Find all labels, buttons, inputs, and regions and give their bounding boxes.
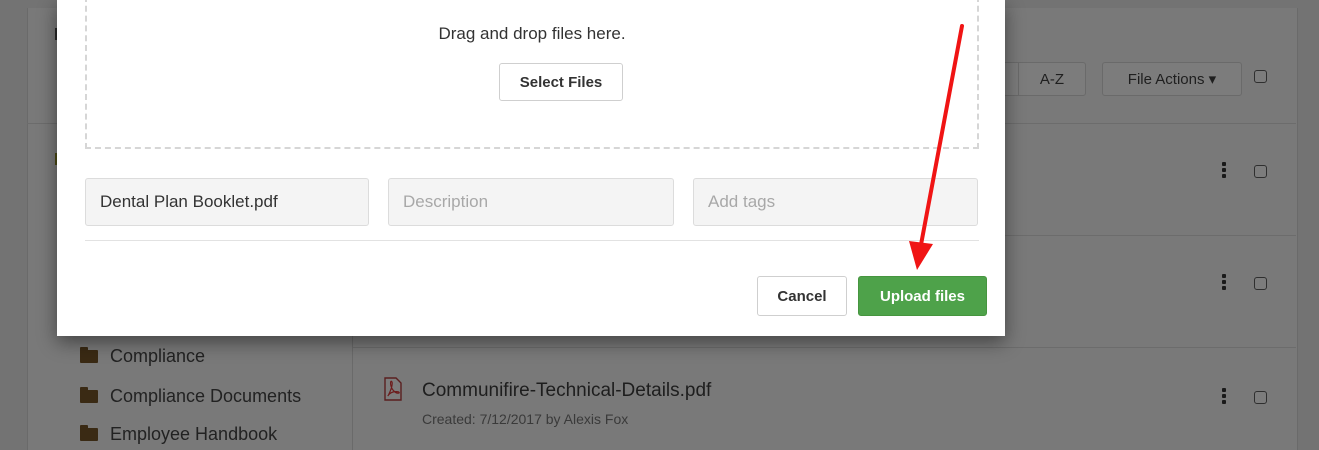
row-checkbox[interactable] — [1254, 391, 1267, 404]
folder-icon — [80, 387, 98, 403]
row-divider — [353, 347, 1296, 348]
row-menu-kebab-icon[interactable] — [1222, 388, 1226, 406]
folder-label: Employee Handbook — [110, 424, 278, 444]
pdf-icon — [384, 377, 402, 401]
cancel-button[interactable]: Cancel — [757, 276, 847, 316]
upload-files-button[interactable]: Upload files — [858, 276, 987, 316]
filename-field[interactable] — [85, 178, 369, 226]
file-actions-dropdown[interactable]: File Actions ▾ — [1102, 62, 1242, 96]
folder-icon — [80, 425, 98, 441]
description-field[interactable] — [388, 178, 674, 226]
row-checkbox[interactable] — [1254, 277, 1267, 290]
folder-label: Compliance — [110, 346, 206, 366]
file-dropzone[interactable]: Drag and drop files here. Select Files — [85, 0, 979, 149]
file-created-meta: Created: 7/12/2017 by Alexis Fox — [422, 411, 629, 427]
row-menu-kebab-icon[interactable] — [1222, 274, 1226, 292]
sort-az-button[interactable]: A-Z — [1018, 62, 1086, 96]
tags-field[interactable] — [693, 178, 978, 226]
file-title-link[interactable]: Communifire-Technical-Details.pdf — [422, 380, 711, 402]
row-menu-kebab-icon[interactable] — [1222, 162, 1226, 180]
upload-files-modal: Drag and drop files here. Select Files C… — [57, 0, 1005, 336]
select-all-checkbox[interactable] — [1254, 70, 1267, 83]
dropzone-instructions: Drag and drop files here. — [438, 24, 626, 43]
folder-label: Compliance Documents — [110, 386, 302, 406]
folder-icon — [80, 347, 98, 363]
sidebar-folder-compliance[interactable]: Compliance — [80, 346, 205, 367]
select-files-button[interactable]: Select Files — [499, 63, 623, 101]
sidebar-folder-employee-handbook[interactable]: Employee Handbook — [80, 424, 277, 445]
row-checkbox[interactable] — [1254, 165, 1267, 178]
sidebar-folder-compliance-documents[interactable]: Compliance Documents — [80, 386, 301, 407]
modal-footer-divider — [85, 240, 979, 241]
